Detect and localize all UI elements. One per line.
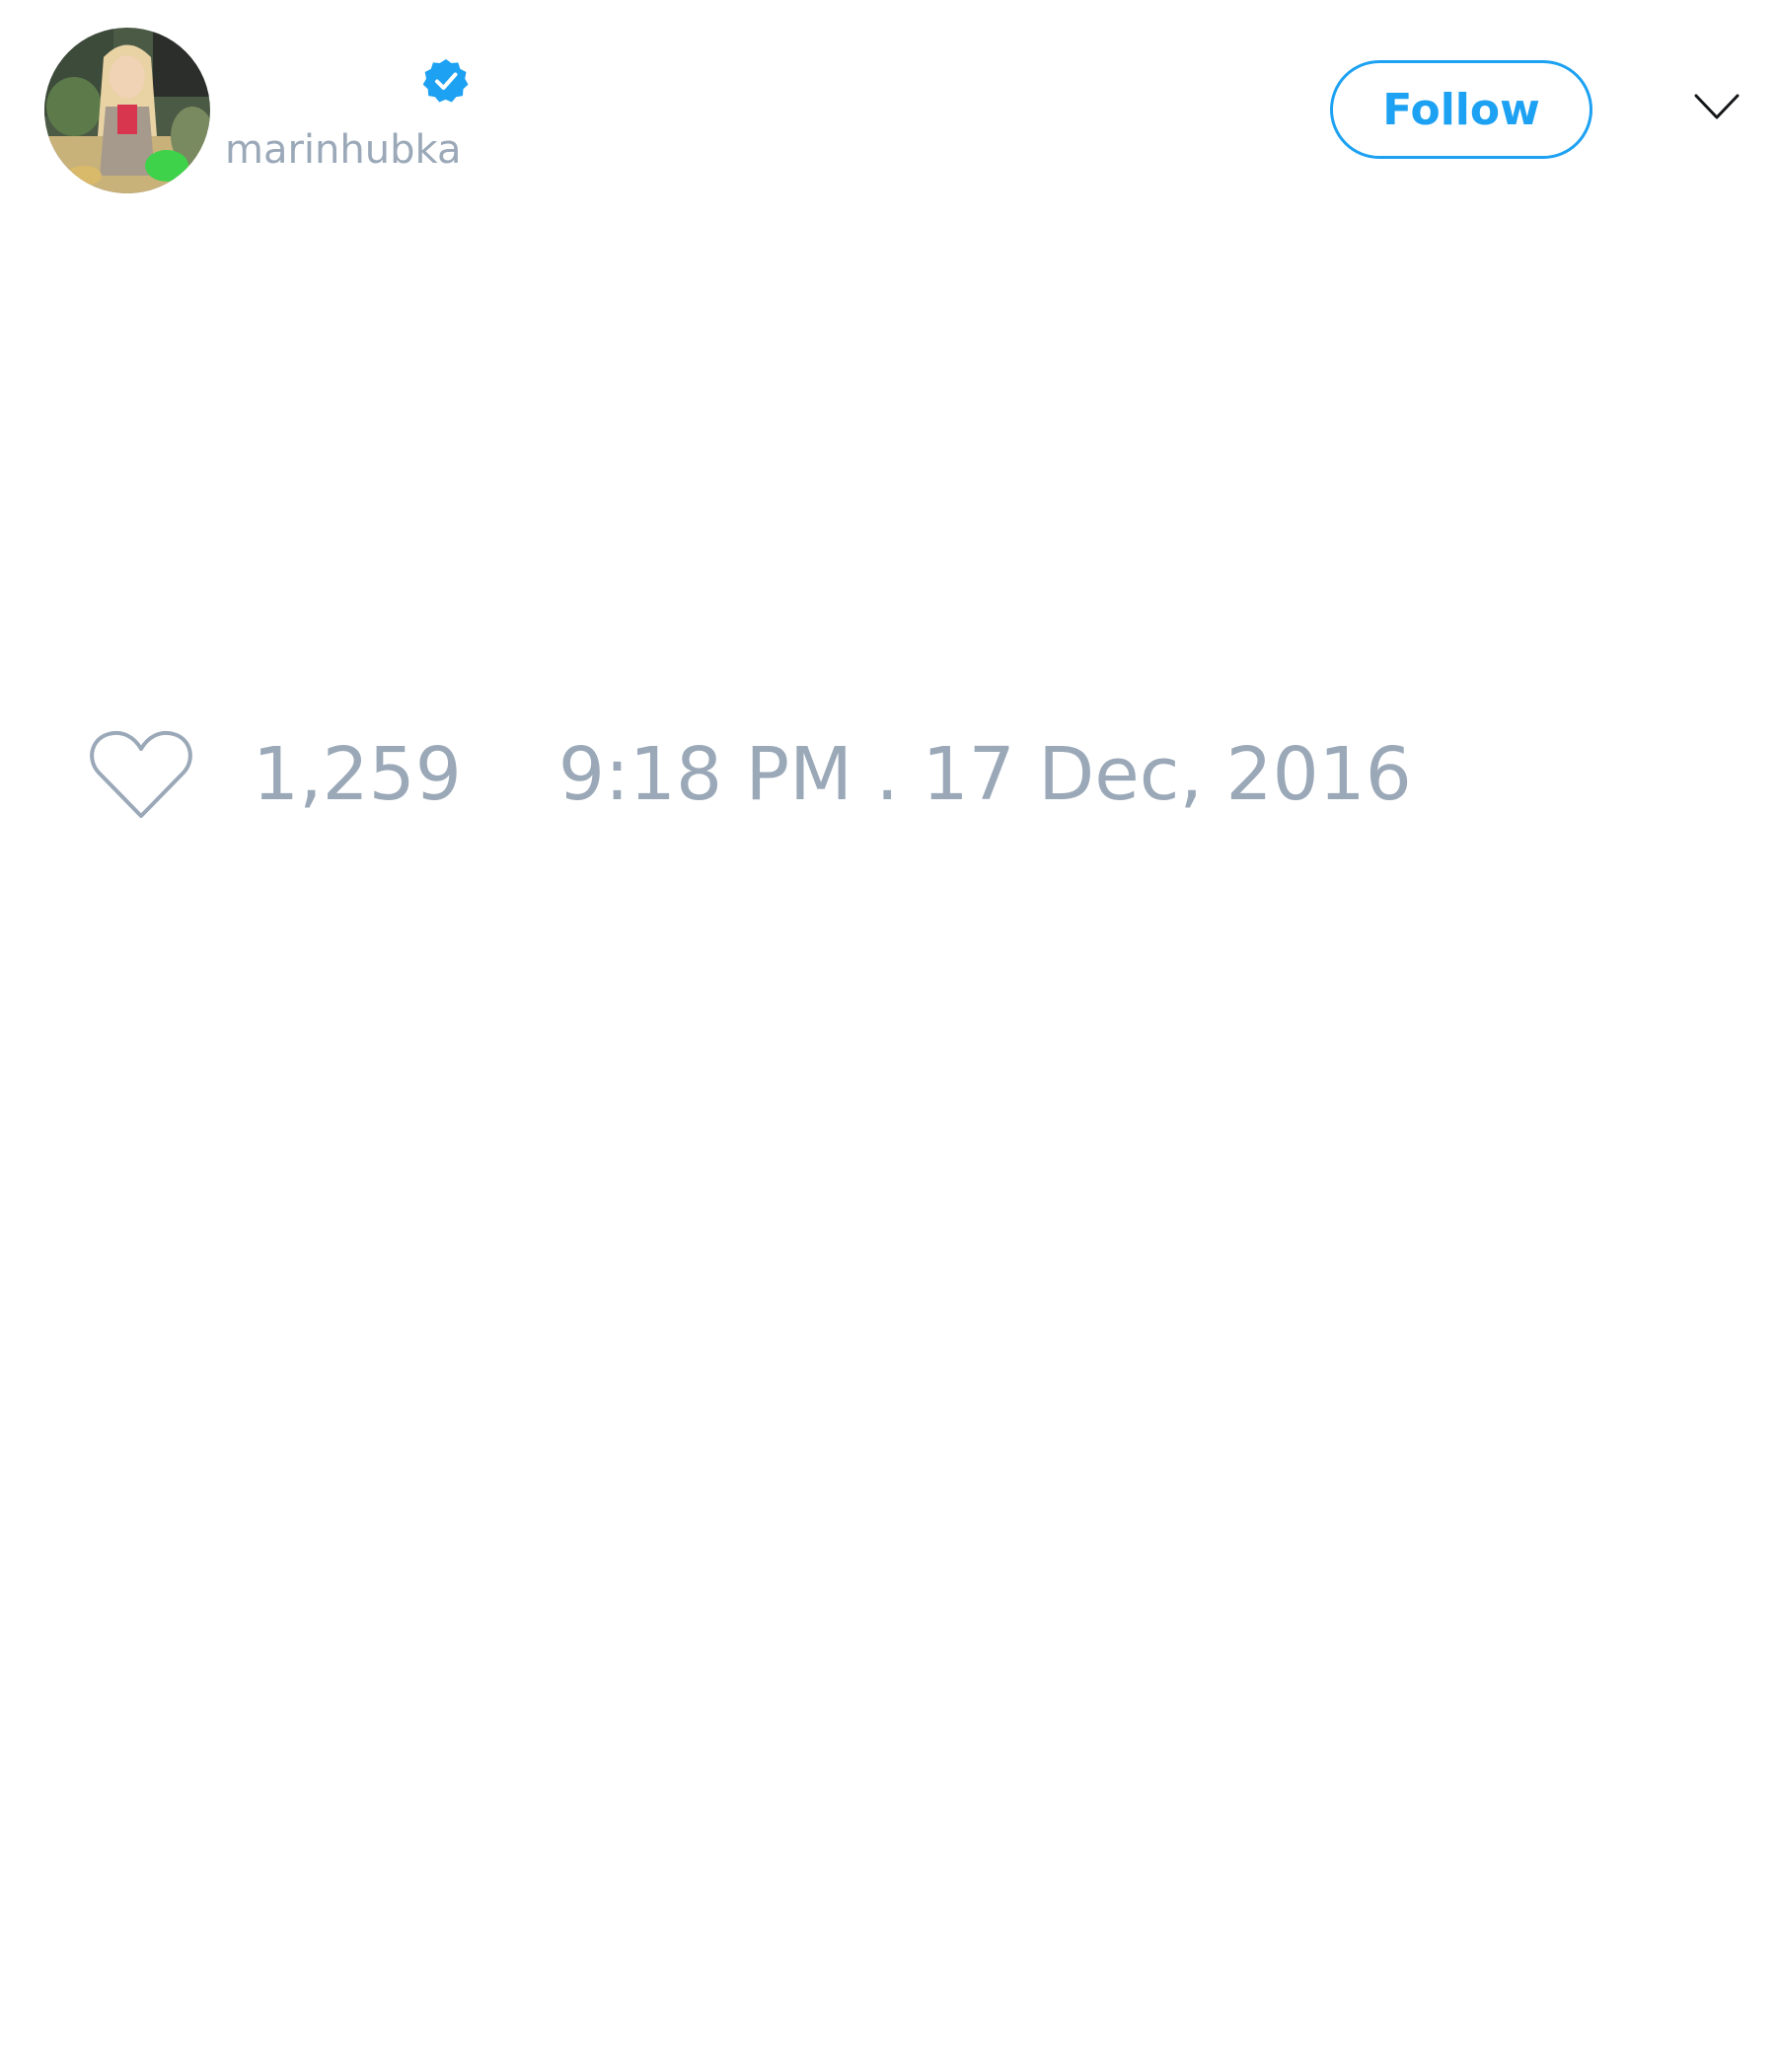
tweet-card: marinhubka Follow 1,259 9:18 PM . 17 Dec…	[0, 0, 1776, 2072]
chevron-down-icon[interactable]	[1693, 91, 1740, 122]
verified-badge-icon	[422, 57, 470, 105]
like-count: 1,259	[253, 732, 462, 817]
username[interactable]: marinhubka	[225, 126, 461, 174]
timestamp[interactable]: 9:18 PM . 17 Dec, 2016	[558, 725, 1412, 824]
follow-button[interactable]: Follow	[1330, 60, 1592, 159]
tweet-footer: 1,259 9:18 PM . 17 Dec, 2016	[89, 725, 1412, 824]
avatar-photo	[44, 28, 210, 193]
avatar[interactable]	[44, 28, 210, 193]
heart-icon[interactable]	[89, 727, 193, 822]
